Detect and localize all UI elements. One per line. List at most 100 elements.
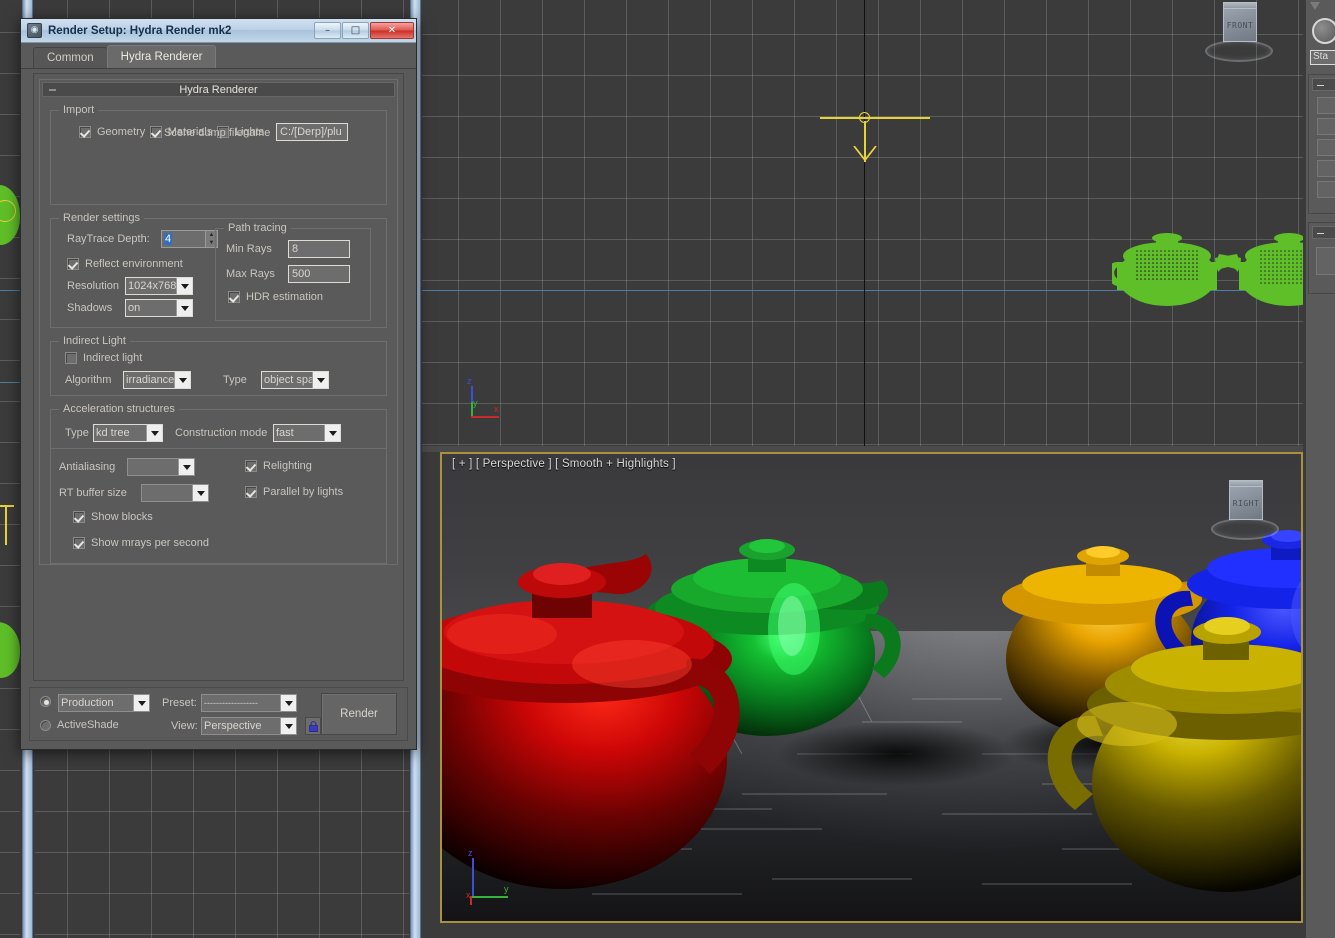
indirect-type-value: object spa [262, 372, 312, 388]
command-panel-gear-icon[interactable] [1310, 2, 1320, 10]
collapse-icon [1317, 85, 1324, 86]
chevron-down-icon[interactable] [280, 718, 296, 734]
chevron-down-icon[interactable] [176, 300, 192, 316]
radio-activeshade[interactable]: ActiveShade [40, 719, 119, 731]
tab-hydra-renderer[interactable]: Hydra Renderer [107, 45, 217, 68]
radio-activeshade-box[interactable] [40, 720, 51, 731]
raytrace-depth-value: 4 [164, 233, 172, 245]
chevron-down-icon[interactable] [178, 459, 194, 475]
shadow [777, 722, 1017, 786]
raytrace-depth-spinner[interactable]: 4 ▲ ▼ [161, 230, 218, 248]
indirect-type-dropdown[interactable]: object spa [261, 371, 329, 389]
chevron-down-icon[interactable] [280, 695, 296, 711]
checkbox-indirect-light-box[interactable] [65, 352, 77, 364]
chevron-down-icon[interactable] [146, 425, 162, 441]
min-rays-input[interactable]: 8 [288, 240, 350, 258]
viewport-perspective[interactable]: [ + ] [ Perspective ] [ Smooth + Highlig… [440, 452, 1303, 923]
checkbox-materials-box[interactable] [150, 126, 162, 138]
chevron-down-icon[interactable] [312, 372, 328, 388]
chevron-down-icon[interactable] [133, 695, 149, 711]
max-rays-input[interactable]: 500 [288, 265, 350, 283]
rollout-header-1[interactable] [1312, 78, 1335, 91]
dialog-bottom-bar: Production ActiveShade Preset: ---------… [29, 687, 408, 741]
rendered-teapots[interactable] [442, 454, 1303, 923]
panel-button[interactable] [1317, 118, 1335, 135]
checkbox-relighting[interactable]: Relighting [245, 460, 312, 472]
render-setup-dialog[interactable]: ◉ Render Setup: Hydra Render mk2 – □ ✕ C… [20, 18, 417, 750]
rollout-panel-1[interactable] [1308, 74, 1335, 214]
checkbox-parallel-by-lights[interactable]: Parallel by lights [245, 486, 343, 498]
viewcube-ring-icon[interactable] [1205, 40, 1273, 62]
checkbox-hdr-estimation-box[interactable] [228, 291, 240, 303]
viewport-label-perspective: [ + ] [ Perspective ] [ Smooth + Highlig… [452, 458, 676, 470]
chevron-down-icon[interactable] [176, 278, 192, 294]
checkbox-hdr-estimation[interactable]: HDR estimation [228, 291, 323, 303]
raytrace-depth-input[interactable]: 4 [161, 230, 205, 248]
acceleration-type-dropdown[interactable]: kd tree [93, 424, 163, 442]
dialog-body: Common Hydra Renderer Hydra Renderer Imp… [21, 43, 416, 749]
panel-button[interactable] [1317, 181, 1335, 198]
viewport-nav-wheel-icon[interactable] [1312, 18, 1335, 44]
rt-buffer-size-dropdown[interactable] [141, 484, 209, 502]
checkbox-reflect-environment-box[interactable] [67, 258, 79, 270]
close-button[interactable]: ✕ [370, 22, 414, 39]
hydra-renderer-rollout: Hydra Renderer Import Geometry [39, 79, 398, 565]
viewcube-ring-icon[interactable] [1211, 518, 1279, 540]
checkbox-reflect-environment[interactable]: Reflect environment [67, 258, 183, 270]
rollout-header-2[interactable] [1312, 226, 1335, 239]
panel-button[interactable] [1316, 247, 1335, 275]
chevron-down-icon[interactable] [174, 372, 190, 388]
axis-y-label: y [473, 398, 478, 408]
panel-button[interactable] [1317, 139, 1335, 156]
axis-z-label: z [468, 848, 473, 858]
axis-line-h2 [0, 382, 20, 383]
panel-button[interactable] [1317, 97, 1335, 114]
radio-production-box[interactable] [40, 696, 51, 707]
command-panel-strip[interactable]: Sta [1306, 0, 1335, 938]
settings-panel: Hydra Renderer Import Geometry [33, 73, 404, 681]
construction-mode-value: fast [274, 425, 324, 441]
antialiasing-dropdown[interactable] [127, 458, 195, 476]
status-field[interactable]: Sta [1310, 50, 1335, 65]
checkbox-indirect-light[interactable]: Indirect light [65, 352, 142, 364]
render-button[interactable]: Render [321, 693, 397, 735]
mode-dropdown[interactable]: Production [58, 694, 150, 712]
acceleration-type-label: Type [65, 427, 89, 439]
checkbox-show-mrays-box[interactable] [73, 537, 85, 549]
front-viewport-teapots[interactable] [1112, 210, 1303, 320]
radio-production[interactable] [40, 696, 57, 707]
checkbox-show-blocks-box[interactable] [73, 511, 85, 523]
chevron-down-icon[interactable] [324, 425, 340, 441]
view-dropdown[interactable]: Perspective [201, 717, 297, 735]
viewport-front[interactable]: z y x FRONT [422, 0, 1303, 446]
rollout-panel-2[interactable] [1308, 222, 1335, 294]
shadows-dropdown[interactable]: on [125, 299, 193, 317]
path-tracing-group-label: Path tracing [224, 222, 291, 234]
viewport-left-sliver[interactable] [0, 0, 20, 938]
tab-common[interactable]: Common [33, 47, 108, 68]
direct-light-gizmo[interactable] [842, 112, 888, 162]
viewcube-perspective[interactable]: RIGHT [1209, 480, 1281, 542]
checkbox-show-blocks[interactable]: Show blocks [73, 511, 153, 523]
checkbox-show-mrays[interactable]: Show mrays per second [73, 537, 209, 549]
checkbox-geometry-box[interactable] [79, 126, 91, 138]
checkbox-parallel-by-lights-box[interactable] [245, 486, 257, 498]
minimize-button[interactable]: – [314, 22, 341, 39]
viewcube-front-face[interactable]: FRONT [1223, 8, 1257, 42]
chevron-down-icon[interactable] [192, 485, 208, 501]
rollout-header[interactable]: Hydra Renderer [42, 82, 395, 97]
viewcube-right-face[interactable]: RIGHT [1229, 486, 1263, 520]
panel-button[interactable] [1317, 160, 1335, 177]
construction-mode-dropdown[interactable]: fast [273, 424, 341, 442]
collapse-icon [49, 89, 56, 90]
preset-dropdown[interactable]: ------------------ [201, 694, 297, 712]
maximize-button[interactable]: □ [342, 22, 369, 39]
scene-dump-filename-input[interactable]: C:/[Derp]/plu [276, 123, 348, 141]
resolution-dropdown[interactable]: 1024x768 [125, 277, 193, 295]
viewcube-front[interactable]: FRONT [1203, 2, 1275, 64]
checkbox-geometry[interactable]: Geometry [79, 126, 145, 138]
checkbox-relighting-box[interactable] [245, 460, 257, 472]
dialog-titlebar[interactable]: ◉ Render Setup: Hydra Render mk2 – □ ✕ [21, 19, 416, 43]
algorithm-dropdown[interactable]: irradiance [123, 371, 191, 389]
lock-view-button[interactable] [305, 717, 321, 735]
